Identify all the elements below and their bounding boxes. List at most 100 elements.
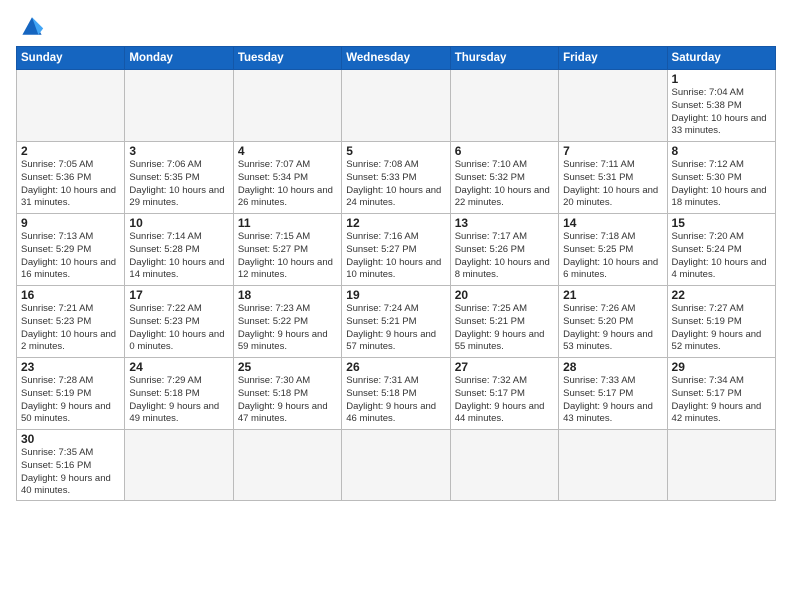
weekday-header-sunday: Sunday [17,47,125,70]
day-number: 8 [672,144,771,158]
day-number: 30 [21,432,120,446]
day-number: 9 [21,216,120,230]
calendar-cell [559,430,667,501]
calendar-week-row: 16Sunrise: 7:21 AM Sunset: 5:23 PM Dayli… [17,286,776,358]
day-info: Sunrise: 7:20 AM Sunset: 5:24 PM Dayligh… [672,231,771,282]
day-number: 24 [129,360,228,374]
calendar-cell: 22Sunrise: 7:27 AM Sunset: 5:19 PM Dayli… [667,286,775,358]
calendar-week-row: 9Sunrise: 7:13 AM Sunset: 5:29 PM Daylig… [17,214,776,286]
day-info: Sunrise: 7:27 AM Sunset: 5:19 PM Dayligh… [672,303,771,354]
calendar-cell: 27Sunrise: 7:32 AM Sunset: 5:17 PM Dayli… [450,358,558,430]
calendar-cell [125,430,233,501]
day-number: 6 [455,144,554,158]
calendar-cell: 20Sunrise: 7:25 AM Sunset: 5:21 PM Dayli… [450,286,558,358]
calendar-cell [17,70,125,142]
calendar-cell [342,430,450,501]
calendar-cell: 26Sunrise: 7:31 AM Sunset: 5:18 PM Dayli… [342,358,450,430]
day-info: Sunrise: 7:35 AM Sunset: 5:16 PM Dayligh… [21,447,120,498]
header [16,12,776,40]
day-number: 28 [563,360,662,374]
day-number: 7 [563,144,662,158]
day-info: Sunrise: 7:10 AM Sunset: 5:32 PM Dayligh… [455,159,554,210]
day-info: Sunrise: 7:23 AM Sunset: 5:22 PM Dayligh… [238,303,337,354]
day-info: Sunrise: 7:29 AM Sunset: 5:18 PM Dayligh… [129,375,228,426]
calendar-cell [233,70,341,142]
day-number: 11 [238,216,337,230]
calendar-cell: 7Sunrise: 7:11 AM Sunset: 5:31 PM Daylig… [559,142,667,214]
calendar-cell [233,430,341,501]
calendar-cell: 11Sunrise: 7:15 AM Sunset: 5:27 PM Dayli… [233,214,341,286]
day-number: 21 [563,288,662,302]
day-number: 20 [455,288,554,302]
calendar-cell: 29Sunrise: 7:34 AM Sunset: 5:17 PM Dayli… [667,358,775,430]
calendar-header-row: SundayMondayTuesdayWednesdayThursdayFrid… [17,47,776,70]
calendar-cell [450,70,558,142]
calendar-cell: 15Sunrise: 7:20 AM Sunset: 5:24 PM Dayli… [667,214,775,286]
calendar-cell: 14Sunrise: 7:18 AM Sunset: 5:25 PM Dayli… [559,214,667,286]
day-number: 17 [129,288,228,302]
calendar-cell: 23Sunrise: 7:28 AM Sunset: 5:19 PM Dayli… [17,358,125,430]
weekday-header-saturday: Saturday [667,47,775,70]
calendar-table: SundayMondayTuesdayWednesdayThursdayFrid… [16,46,776,501]
day-info: Sunrise: 7:05 AM Sunset: 5:36 PM Dayligh… [21,159,120,210]
calendar-cell: 24Sunrise: 7:29 AM Sunset: 5:18 PM Dayli… [125,358,233,430]
day-number: 16 [21,288,120,302]
day-info: Sunrise: 7:30 AM Sunset: 5:18 PM Dayligh… [238,375,337,426]
day-info: Sunrise: 7:22 AM Sunset: 5:23 PM Dayligh… [129,303,228,354]
day-info: Sunrise: 7:07 AM Sunset: 5:34 PM Dayligh… [238,159,337,210]
day-info: Sunrise: 7:18 AM Sunset: 5:25 PM Dayligh… [563,231,662,282]
day-number: 22 [672,288,771,302]
day-number: 29 [672,360,771,374]
day-info: Sunrise: 7:14 AM Sunset: 5:28 PM Dayligh… [129,231,228,282]
calendar-cell: 21Sunrise: 7:26 AM Sunset: 5:20 PM Dayli… [559,286,667,358]
day-info: Sunrise: 7:12 AM Sunset: 5:30 PM Dayligh… [672,159,771,210]
day-info: Sunrise: 7:33 AM Sunset: 5:17 PM Dayligh… [563,375,662,426]
calendar-cell: 1Sunrise: 7:04 AM Sunset: 5:38 PM Daylig… [667,70,775,142]
calendar-cell: 28Sunrise: 7:33 AM Sunset: 5:17 PM Dayli… [559,358,667,430]
logo [16,12,52,40]
day-info: Sunrise: 7:25 AM Sunset: 5:21 PM Dayligh… [455,303,554,354]
day-number: 13 [455,216,554,230]
day-number: 3 [129,144,228,158]
day-number: 10 [129,216,228,230]
calendar-cell [450,430,558,501]
weekday-header-wednesday: Wednesday [342,47,450,70]
day-info: Sunrise: 7:32 AM Sunset: 5:17 PM Dayligh… [455,375,554,426]
day-info: Sunrise: 7:08 AM Sunset: 5:33 PM Dayligh… [346,159,445,210]
calendar-cell: 18Sunrise: 7:23 AM Sunset: 5:22 PM Dayli… [233,286,341,358]
calendar-week-row: 1Sunrise: 7:04 AM Sunset: 5:38 PM Daylig… [17,70,776,142]
day-number: 18 [238,288,337,302]
calendar-cell [559,70,667,142]
page: SundayMondayTuesdayWednesdayThursdayFrid… [0,0,792,612]
day-info: Sunrise: 7:17 AM Sunset: 5:26 PM Dayligh… [455,231,554,282]
day-number: 1 [672,72,771,86]
calendar-cell: 3Sunrise: 7:06 AM Sunset: 5:35 PM Daylig… [125,142,233,214]
calendar-cell: 4Sunrise: 7:07 AM Sunset: 5:34 PM Daylig… [233,142,341,214]
calendar-cell: 25Sunrise: 7:30 AM Sunset: 5:18 PM Dayli… [233,358,341,430]
day-number: 19 [346,288,445,302]
day-info: Sunrise: 7:11 AM Sunset: 5:31 PM Dayligh… [563,159,662,210]
day-info: Sunrise: 7:21 AM Sunset: 5:23 PM Dayligh… [21,303,120,354]
calendar-cell: 30Sunrise: 7:35 AM Sunset: 5:16 PM Dayli… [17,430,125,501]
calendar-cell: 13Sunrise: 7:17 AM Sunset: 5:26 PM Dayli… [450,214,558,286]
calendar-cell: 17Sunrise: 7:22 AM Sunset: 5:23 PM Dayli… [125,286,233,358]
weekday-header-monday: Monday [125,47,233,70]
calendar-cell: 8Sunrise: 7:12 AM Sunset: 5:30 PM Daylig… [667,142,775,214]
day-info: Sunrise: 7:26 AM Sunset: 5:20 PM Dayligh… [563,303,662,354]
calendar-cell: 12Sunrise: 7:16 AM Sunset: 5:27 PM Dayli… [342,214,450,286]
weekday-header-tuesday: Tuesday [233,47,341,70]
calendar-cell: 2Sunrise: 7:05 AM Sunset: 5:36 PM Daylig… [17,142,125,214]
day-info: Sunrise: 7:34 AM Sunset: 5:17 PM Dayligh… [672,375,771,426]
logo-icon [16,12,48,40]
day-info: Sunrise: 7:28 AM Sunset: 5:19 PM Dayligh… [21,375,120,426]
day-number: 26 [346,360,445,374]
weekday-header-thursday: Thursday [450,47,558,70]
day-number: 23 [21,360,120,374]
day-info: Sunrise: 7:13 AM Sunset: 5:29 PM Dayligh… [21,231,120,282]
day-number: 4 [238,144,337,158]
calendar-cell: 5Sunrise: 7:08 AM Sunset: 5:33 PM Daylig… [342,142,450,214]
day-number: 2 [21,144,120,158]
day-number: 25 [238,360,337,374]
day-info: Sunrise: 7:06 AM Sunset: 5:35 PM Dayligh… [129,159,228,210]
calendar-week-row: 23Sunrise: 7:28 AM Sunset: 5:19 PM Dayli… [17,358,776,430]
